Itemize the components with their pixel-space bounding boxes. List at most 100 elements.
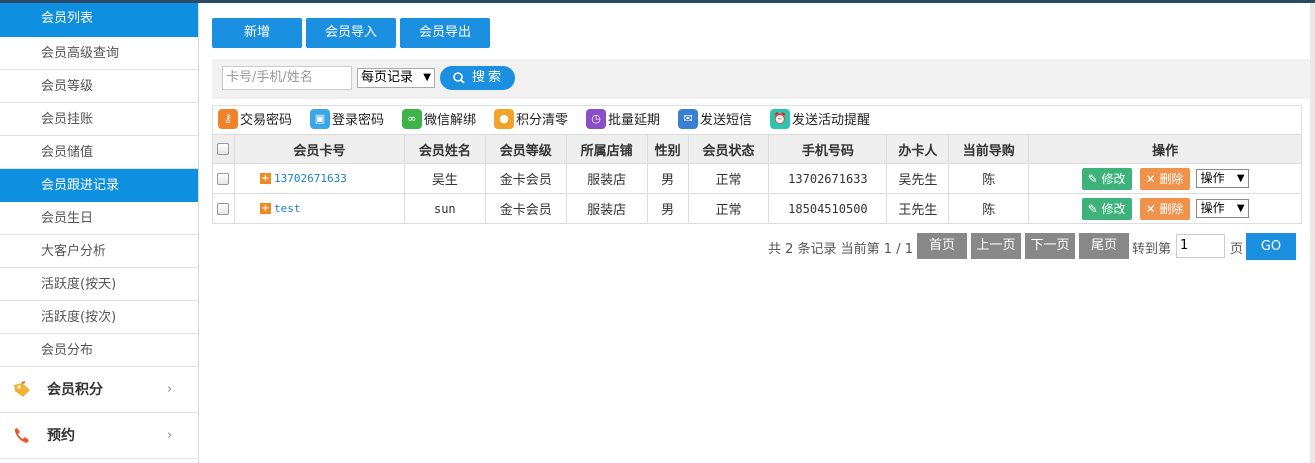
- lock-icon: ▣: [310, 109, 330, 129]
- next-page-button[interactable]: 下一页: [1025, 233, 1075, 259]
- key-icon: ⚷: [218, 109, 238, 129]
- name-cell: 吴生: [403, 163, 486, 194]
- store-cell: 服装店: [565, 193, 648, 224]
- first-page-button[interactable]: 首页: [917, 233, 967, 259]
- dropdown-arrow-icon: ▼: [1236, 203, 1245, 214]
- alarm-icon: ⏰: [770, 109, 790, 129]
- sidebar-item-key-accounts[interactable]: 大客户分析: [0, 235, 198, 268]
- card-cell: + test: [233, 193, 405, 224]
- sidebar-group-booking[interactable]: 预约 ›: [0, 413, 198, 459]
- status-cell: 正常: [687, 163, 770, 194]
- last-page-button[interactable]: 尾页: [1079, 233, 1129, 259]
- card-number-link[interactable]: 13702671633: [274, 172, 347, 185]
- sidebar-item-member-level[interactable]: 会员等级: [0, 70, 198, 103]
- action-label: 批量延期: [608, 113, 661, 128]
- phone-cell: 13702671633: [768, 163, 888, 194]
- action-label: 积分清零: [516, 113, 569, 128]
- column-header: 会员状态: [687, 134, 770, 164]
- gender-cell: 男: [646, 163, 689, 194]
- action-login-password[interactable]: ▣ 登录密码: [310, 109, 384, 132]
- card-number-link[interactable]: test: [274, 202, 301, 215]
- action-label: 交易密码: [240, 113, 293, 128]
- scrollbar[interactable]: [1310, 3, 1315, 463]
- search-bar: 卡号/手机/姓名 每页记录 ▼ 搜索: [212, 59, 1310, 99]
- issuer-cell: 王先生: [886, 193, 950, 224]
- add-button[interactable]: 新增: [212, 18, 302, 48]
- column-header: 会员卡号: [233, 134, 405, 164]
- operation-select[interactable]: 操作 ▼: [1195, 199, 1249, 218]
- column-header: 当前导购: [948, 134, 1030, 164]
- delete-button[interactable]: ✕ 删除: [1139, 197, 1190, 220]
- go-button[interactable]: GO: [1246, 233, 1296, 260]
- operation-select[interactable]: 操作 ▼: [1195, 169, 1249, 188]
- import-button[interactable]: 会员导入: [306, 18, 396, 48]
- level-cell: 金卡会员: [484, 193, 567, 224]
- sidebar-item-birthday[interactable]: 会员生日: [0, 202, 198, 235]
- sidebar-item-member-credit[interactable]: 会员挂账: [0, 103, 198, 136]
- action-clear-points[interactable]: ● 积分清零: [494, 109, 569, 132]
- row-checkbox-cell[interactable]: [212, 193, 235, 224]
- tag-icon: [14, 381, 30, 397]
- action-send-reminder[interactable]: ⏰ 发送活动提醒: [770, 109, 871, 132]
- pagination-info: 共 2 条记录 当前第 1 / 1: [768, 242, 913, 257]
- search-button[interactable]: 搜索: [440, 66, 515, 90]
- prev-page-button[interactable]: 上一页: [971, 233, 1021, 259]
- row-checkbox[interactable]: [217, 172, 230, 185]
- sidebar-item-distribution[interactable]: 会员分布: [0, 334, 198, 367]
- sidebar-item-member-deposit[interactable]: 会员储值: [0, 136, 198, 169]
- status-cell: 正常: [687, 193, 770, 224]
- edit-button[interactable]: ✎ 修改: [1081, 197, 1132, 220]
- sidebar-group-label: 预约: [47, 428, 75, 444]
- sidebar-item-member-list[interactable]: 会员列表: [0, 3, 198, 37]
- search-input[interactable]: 卡号/手机/姓名: [222, 66, 352, 90]
- main-content: 新增 会员导入 会员导出 卡号/手机/姓名 每页记录 ▼ 搜索 ⚷ 交易密码 ▣ 登…: [200, 3, 1315, 463]
- guide-cell: 陈: [948, 193, 1030, 224]
- operations-cell: ✎ 修改 ✕ 删除 操作 ▼: [1028, 193, 1302, 224]
- sidebar-item-advanced-query[interactable]: 会员高级查询: [0, 37, 198, 70]
- edit-label: 修改: [1101, 201, 1126, 216]
- action-batch-extend[interactable]: ◷ 批量延期: [586, 109, 661, 132]
- edit-button[interactable]: ✎ 修改: [1081, 167, 1132, 190]
- column-header: 所属店铺: [565, 134, 648, 164]
- sidebar-item-activity-by-visit[interactable]: 活跃度(按次): [0, 301, 198, 334]
- dropdown-arrow-icon: ▼: [423, 72, 431, 83]
- table-row: + test sun 金卡会员 服装店 男 正常 18504510500 王先生 …: [212, 193, 1302, 224]
- row-checkbox-cell[interactable]: [212, 163, 235, 194]
- select-all-checkbox[interactable]: [217, 143, 230, 155]
- column-header: 手机号码: [768, 134, 888, 164]
- action-send-sms[interactable]: ✉ 发送短信: [678, 109, 753, 132]
- delete-button[interactable]: ✕ 删除: [1139, 167, 1190, 190]
- page-size-select[interactable]: 每页记录 ▼: [357, 68, 435, 88]
- delete-label: 删除: [1159, 171, 1184, 186]
- edit-label: 修改: [1101, 171, 1126, 186]
- operation-select-value: 操作: [1200, 201, 1225, 215]
- export-button[interactable]: 会员导出: [400, 18, 490, 48]
- row-checkbox[interactable]: [217, 202, 230, 215]
- column-header: 办卡人: [886, 134, 950, 164]
- action-wechat-unbind[interactable]: ∞ 微信解绑: [402, 109, 476, 132]
- sidebar-group-points[interactable]: 会员积分 ›: [0, 367, 198, 413]
- phone-cell: 18504510500: [768, 193, 888, 224]
- medal-icon: ●: [494, 109, 514, 129]
- sidebar-item-activity-by-day[interactable]: 活跃度(按天): [0, 268, 198, 301]
- sidebar-item-follow-up[interactable]: 会员跟进记录: [0, 169, 198, 202]
- level-cell: 金卡会员: [484, 163, 567, 194]
- chevron-right-icon: ›: [167, 428, 173, 443]
- page-size-label: 每页记录: [361, 70, 414, 85]
- operations-cell: ✎ 修改 ✕ 删除 操作 ▼: [1028, 163, 1302, 194]
- action-trade-password[interactable]: ⚷ 交易密码: [218, 109, 293, 132]
- issuer-cell: 吴先生: [886, 163, 950, 194]
- goto-label: 转到第: [1132, 242, 1172, 257]
- page-number-input[interactable]: 1: [1176, 234, 1225, 258]
- operation-select-value: 操作: [1200, 171, 1225, 185]
- column-header: 会员等级: [484, 134, 567, 164]
- column-header: 会员姓名: [403, 134, 486, 164]
- sidebar-group-label: 会员积分: [47, 382, 103, 398]
- expand-plus-icon[interactable]: +: [259, 173, 271, 184]
- action-label: 发送活动提醒: [792, 113, 871, 128]
- chevron-right-icon: ›: [167, 382, 173, 397]
- select-all-checkbox-cell[interactable]: [212, 134, 235, 164]
- action-label: 发送短信: [700, 113, 753, 128]
- expand-plus-icon[interactable]: +: [259, 203, 271, 214]
- mail-icon: ✉: [678, 109, 698, 129]
